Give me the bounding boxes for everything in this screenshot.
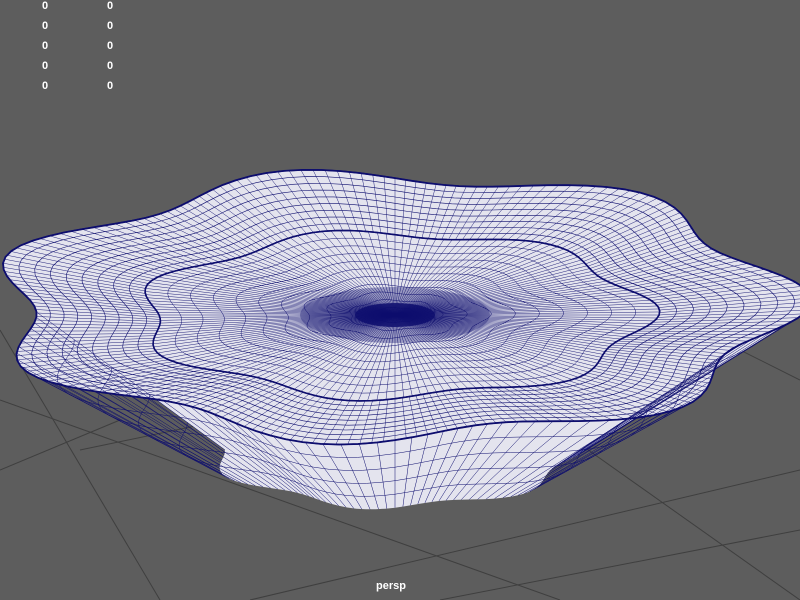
hud-value-left-2: 0 xyxy=(42,20,49,32)
hud-value-left-4: 0 xyxy=(42,60,49,72)
grid-line xyxy=(559,429,800,600)
bowl-center-shade xyxy=(300,287,490,343)
hud-value-right-2: 0 xyxy=(107,20,114,32)
hud-value-right-5: 0 xyxy=(107,80,114,92)
hud-value-right-4: 0 xyxy=(107,60,114,72)
hud-value-left-1: 0 xyxy=(42,0,49,12)
camera-name-label: persp xyxy=(376,580,406,592)
hud-value-left-5: 0 xyxy=(42,80,49,92)
hud-value-left-3: 0 xyxy=(42,40,49,52)
perspective-viewport[interactable]: 0 0 0 0 0 0 0 0 0 0 persp xyxy=(0,0,800,600)
heads-up-display-stats: 0 0 0 0 0 0 0 0 0 0 xyxy=(0,0,140,100)
hud-value-right-1: 0 xyxy=(107,0,114,12)
hud-value-right-3: 0 xyxy=(107,40,114,52)
wireframe-dish-mesh[interactable] xyxy=(2,168,800,510)
